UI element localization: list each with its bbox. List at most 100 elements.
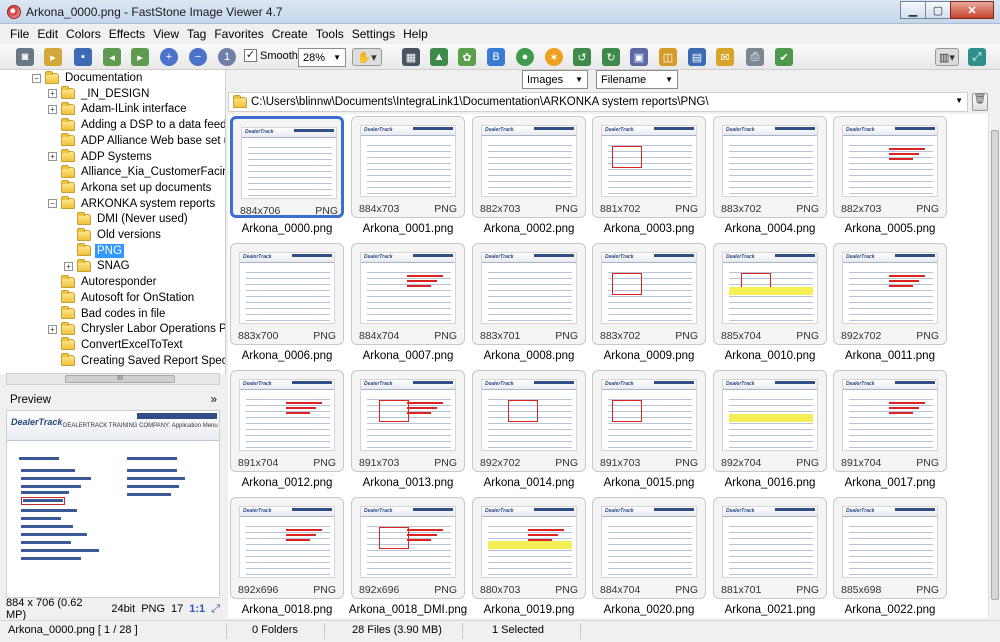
tree-expander-icon[interactable]: + bbox=[48, 152, 57, 161]
thumbnail-filename[interactable]: Arkona_0022.png bbox=[830, 604, 950, 616]
maximize-button[interactable]: ▢ bbox=[925, 1, 951, 19]
compare-icon[interactable]: B bbox=[487, 48, 505, 66]
thumbnail-card[interactable]: 891x703 PNG bbox=[351, 370, 465, 472]
next-icon[interactable]: ▸ bbox=[131, 48, 149, 66]
ratio-button[interactable]: 1:1 bbox=[189, 603, 205, 615]
tree-expander-icon[interactable]: − bbox=[32, 73, 41, 83]
app-icon[interactable] bbox=[7, 5, 21, 19]
menu-tools[interactable]: Tools bbox=[312, 27, 348, 41]
tree-item[interactable]: PNG bbox=[64, 243, 124, 259]
email-icon[interactable]: ✉ bbox=[716, 48, 734, 66]
tree-expander-icon[interactable]: + bbox=[48, 89, 57, 99]
minimize-button[interactable]: ▁ bbox=[900, 1, 926, 19]
crop-icon[interactable]: ◫ bbox=[659, 48, 677, 66]
zoom-out-icon[interactable]: − bbox=[189, 48, 207, 66]
tree-item[interactable]: Alliance_Kia_CustomerFacin bbox=[48, 164, 225, 180]
thumbnail-filename[interactable]: Arkona_0015.png bbox=[589, 477, 709, 489]
thumbnail-filename[interactable]: Arkona_0008.png bbox=[469, 350, 589, 362]
thumbnail-filename[interactable]: Arkona_0007.png bbox=[348, 350, 468, 362]
tree-item[interactable]: Arkona set up documents bbox=[48, 180, 213, 196]
acquire-icon[interactable]: ◙ bbox=[16, 48, 34, 66]
thumbnail-card[interactable]: 884x706 PNG bbox=[230, 116, 344, 218]
thumbnail-card[interactable]: 883x700 PNG bbox=[230, 243, 344, 345]
menu-create[interactable]: Create bbox=[268, 27, 312, 41]
thumbnail-filename[interactable]: Arkona_0010.png bbox=[710, 350, 830, 362]
thumbnail-filename[interactable]: Arkona_0001.png bbox=[348, 223, 468, 235]
tree-expander-icon[interactable]: + bbox=[48, 104, 57, 114]
thumbnail-filename[interactable]: Arkona_0006.png bbox=[228, 350, 347, 362]
fit-window-icon[interactable]: ⤢ bbox=[968, 48, 986, 66]
thumbnail-filename[interactable]: Arkona_0000.png bbox=[228, 223, 347, 235]
tree-item[interactable]: Autosoft for OnStation bbox=[48, 290, 196, 306]
thumbnail-filename[interactable]: Arkona_0011.png bbox=[830, 350, 950, 362]
thumbnail-card[interactable]: 883x702 PNG bbox=[713, 116, 827, 218]
tree-item[interactable]: − Documentation bbox=[32, 70, 144, 86]
print-icon[interactable]: ⎙ bbox=[746, 48, 764, 66]
tree-item[interactable]: − ARKONKA system reports bbox=[48, 196, 217, 212]
tree-item[interactable]: + _IN_DESIGN bbox=[48, 86, 151, 102]
thumbnail-filename[interactable]: Arkona_0018.png bbox=[228, 604, 347, 616]
sort-select[interactable]: Filename ▼ bbox=[596, 70, 678, 89]
desktop-icon[interactable]: ✔ bbox=[775, 48, 793, 66]
thumbnail-filename[interactable]: Arkona_0012.png bbox=[228, 477, 347, 489]
zoom-select[interactable]: 28% ▼ bbox=[298, 48, 346, 67]
thumbnail-card[interactable]: 884x703 PNG bbox=[351, 116, 465, 218]
hand-tool-icon[interactable]: ✋▾ bbox=[352, 48, 382, 66]
menu-settings[interactable]: Settings bbox=[348, 27, 399, 41]
thumbnail-filename[interactable]: Arkona_0003.png bbox=[589, 223, 709, 235]
menu-favorites[interactable]: Favorites bbox=[210, 27, 267, 41]
grid-vertical-scrollbar[interactable] bbox=[988, 114, 1000, 618]
thumbnail-card[interactable]: 884x704 PNG bbox=[592, 497, 706, 599]
thumbnail-card[interactable]: 891x704 PNG bbox=[833, 370, 947, 472]
thumbnail-filename[interactable]: Arkona_0016.png bbox=[710, 477, 830, 489]
filmstrip-icon[interactable]: ▦ bbox=[402, 48, 420, 66]
tree-item[interactable]: Adding a DSP to a data feed bbox=[48, 117, 225, 133]
thumbnail-filename[interactable]: Arkona_0020.png bbox=[589, 604, 709, 616]
thumbnail-card[interactable]: 882x703 PNG bbox=[833, 116, 947, 218]
thumbnail-filename[interactable]: Arkona_0019.png bbox=[469, 604, 589, 616]
actual-size-icon[interactable]: 1 bbox=[218, 48, 236, 66]
rotate-right-icon[interactable]: ↻ bbox=[602, 48, 620, 66]
menu-help[interactable]: Help bbox=[399, 27, 432, 41]
thumbnail-filename[interactable]: Arkona_0009.png bbox=[589, 350, 709, 362]
menu-edit[interactable]: Edit bbox=[33, 27, 62, 41]
chevron-down-icon[interactable]: ▼ bbox=[955, 96, 963, 105]
thumbnail-card[interactable]: 881x702 PNG bbox=[592, 116, 706, 218]
thumbnail-card[interactable]: 885x698 PNG bbox=[833, 497, 947, 599]
tree-item[interactable]: DMI (Never used) bbox=[64, 211, 190, 227]
thumbnail-filename[interactable]: Arkona_0013.png bbox=[348, 477, 468, 489]
thumbnail-card[interactable]: 892x702 PNG bbox=[833, 243, 947, 345]
tree-item[interactable]: + Adam-ILink interface bbox=[48, 101, 188, 117]
collapse-icon[interactable]: » bbox=[211, 394, 220, 406]
thumbnail-card[interactable]: 891x703 PNG bbox=[592, 370, 706, 472]
menu-effects[interactable]: Effects bbox=[105, 27, 149, 41]
tree-expander-icon[interactable]: + bbox=[64, 261, 73, 271]
thumbnail-card[interactable]: 892x696 PNG bbox=[351, 497, 465, 599]
thumbnail-card[interactable]: 892x702 PNG bbox=[472, 370, 586, 472]
tree-item[interactable]: ConvertExcelToText bbox=[48, 337, 185, 353]
tree-item[interactable]: Creating Saved Report Spec bbox=[48, 353, 225, 369]
thumbnail-card[interactable]: 882x703 PNG bbox=[472, 116, 586, 218]
smooth-checkbox[interactable]: ✓ bbox=[244, 49, 257, 62]
tree-item[interactable]: + ADP Systems bbox=[48, 149, 154, 165]
file-type-select[interactable]: Images ▼ bbox=[522, 70, 588, 89]
slideshow-icon[interactable]: ✿ bbox=[458, 48, 476, 66]
thumbnail-filename[interactable]: Arkona_0004.png bbox=[710, 223, 830, 235]
save-icon[interactable]: ▪ bbox=[74, 48, 92, 66]
fit-icon[interactable]: ⤢ bbox=[211, 603, 220, 616]
thumbnail-card[interactable]: 892x696 PNG bbox=[230, 497, 344, 599]
thumbnail-card[interactable]: 883x702 PNG bbox=[592, 243, 706, 345]
tree-item[interactable]: + SNAG bbox=[64, 258, 132, 274]
tree-item[interactable]: Bad codes in file bbox=[48, 306, 167, 322]
tree-item[interactable]: Autoresponder bbox=[48, 274, 158, 290]
thumbnail-filename[interactable]: Arkona_0005.png bbox=[830, 223, 950, 235]
tree-item[interactable]: ADP Alliance Web base set u bbox=[48, 133, 225, 149]
effects-icon[interactable]: ✶ bbox=[545, 48, 563, 66]
zoom-in-icon[interactable]: + bbox=[160, 48, 178, 66]
close-button[interactable]: ✕ bbox=[950, 1, 994, 19]
scrollbar-thumb[interactable] bbox=[991, 130, 999, 600]
thumbnail-card[interactable]: 883x701 PNG bbox=[472, 243, 586, 345]
fullscreen-icon[interactable]: ▲ bbox=[430, 48, 448, 66]
folder-tree[interactable]: − Documentation + _IN_DESIGN + Adam-ILink int… bbox=[0, 70, 226, 374]
thumbnail-grid[interactable]: 884x706 PNG Arkona_0000.png 884x703 PNG Arkon… bbox=[228, 114, 988, 618]
